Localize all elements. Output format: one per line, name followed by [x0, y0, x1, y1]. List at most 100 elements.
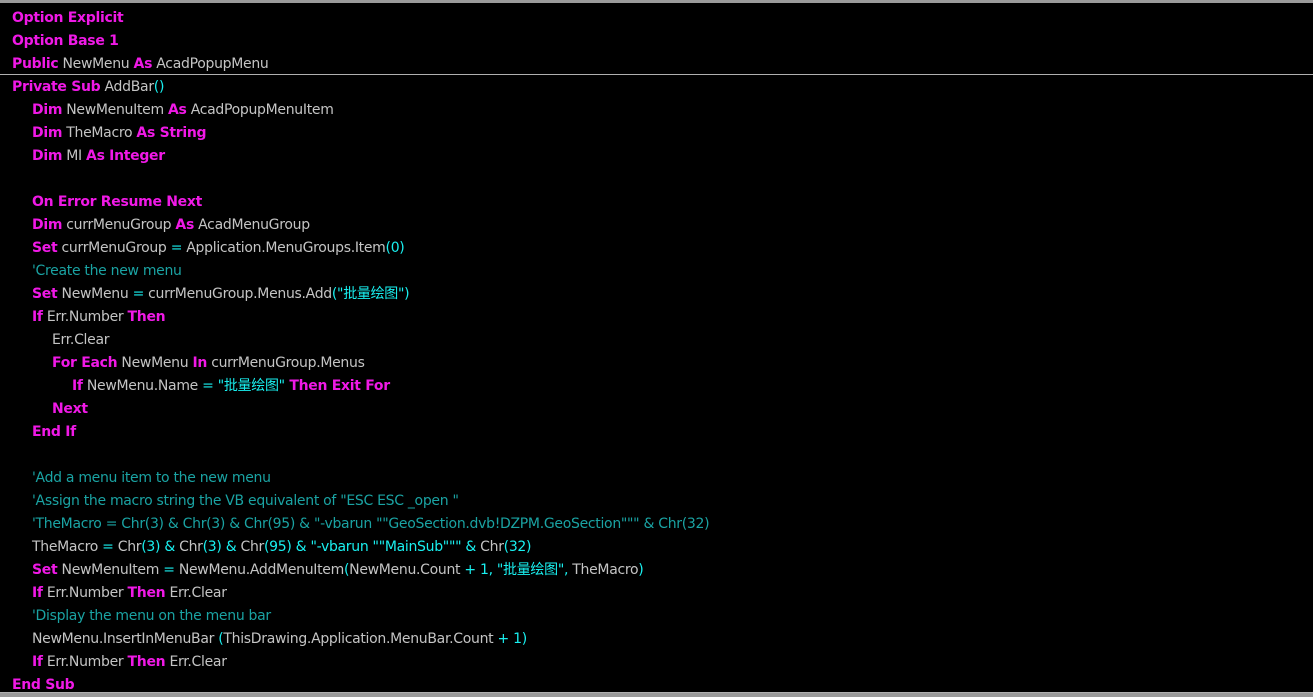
code-line[interactable]: On Error Resume Next	[32, 191, 202, 214]
comment-token: 'Assign the macro string the VB equivale…	[32, 493, 459, 509]
procedure-separator	[0, 74, 1313, 75]
code-line[interactable]: Dim MI As Integer	[32, 145, 165, 168]
keyword-token: Option Explicit	[12, 10, 124, 26]
code-line[interactable]: Private Sub AddBar()	[12, 76, 164, 99]
identifier-token: MI	[62, 148, 87, 164]
operator-token: (0)	[385, 240, 405, 256]
operator-token: ("批量绘图")	[331, 286, 410, 302]
code-line[interactable]: If NewMenu.Name = "批量绘图" Then Exit For	[72, 375, 390, 398]
code-editor[interactable]: Option Explicit Option Base 1 Public NewMe…	[0, 6, 1313, 694]
identifier-token: NewMenu.AddMenuItem	[174, 562, 344, 578]
identifier-token: NewMenu.Count	[349, 562, 465, 578]
identifier-token: NewMenu.InsertInMenuBar	[32, 631, 219, 647]
code-line[interactable]: TheMacro = Chr(3) & Chr(3) & Chr(95) & "…	[32, 536, 531, 559]
keyword-token: Then Exit For	[284, 378, 390, 394]
code-line[interactable]: Next	[52, 398, 88, 421]
identifier-token: NewMenu	[117, 355, 193, 371]
code-line[interactable]: 'Display the menu on the menu bar	[32, 605, 271, 628]
code-line[interactable]: 'Add a menu item to the new menu	[32, 467, 271, 490]
identifier-token: Chr	[236, 539, 264, 555]
comment-token: 'TheMacro = Chr(3) & Chr(3) & Chr(95) & …	[32, 516, 710, 532]
keyword-token: Then	[127, 654, 166, 670]
code-line[interactable]: If Err.Number Then Err.Clear	[32, 582, 227, 605]
identifier-token: Chr	[476, 539, 504, 555]
keyword-token: Then	[127, 309, 166, 325]
keyword-token: Dim	[32, 125, 63, 141]
identifier-token: NewMenu	[58, 56, 134, 72]
operator-token: + 1, "批量绘图",	[464, 562, 569, 578]
operator-token: )	[638, 562, 644, 578]
comment-token: 'Create the new menu	[32, 263, 182, 279]
operator-token: (3) &	[141, 539, 175, 555]
operator-token: =	[170, 240, 183, 256]
operator-token: = "批量绘图"	[202, 378, 285, 394]
code-line[interactable]: 'Create the new menu	[32, 260, 182, 283]
identifier-token: AcadPopupMenuItem	[186, 102, 334, 118]
keyword-token: As	[167, 102, 187, 118]
identifier-token: AcadPopupMenu	[152, 56, 269, 72]
identifier-token: ThisDrawing.Application.MenuBar.Count	[223, 631, 498, 647]
code-line[interactable]: Public NewMenu As AcadPopupMenu	[12, 53, 269, 76]
code-line[interactable]: Dim currMenuGroup As AcadMenuGroup	[32, 214, 310, 237]
keyword-token: If	[32, 585, 43, 601]
window-top-border	[0, 0, 1313, 3]
identifier-token: currMenuGroup.Menus.Add	[144, 286, 332, 302]
code-line[interactable]: Set currMenuGroup = Application.MenuGrou…	[32, 237, 405, 260]
identifier-token: Application.MenuGroups.Item	[182, 240, 386, 256]
code-line[interactable]: End If	[32, 421, 76, 444]
keyword-token: As	[133, 56, 153, 72]
keyword-token: End Sub	[12, 677, 75, 693]
code-line[interactable]: Set NewMenu = currMenuGroup.Menus.Add("批…	[32, 283, 410, 306]
operator-token: ()	[153, 79, 165, 95]
identifier-token: TheMacro	[32, 539, 103, 555]
code-line[interactable]: If Err.Number Then Err.Clear	[32, 651, 227, 674]
identifier-token: AcadMenuGroup	[194, 217, 310, 233]
code-line[interactable]: Option Explicit	[12, 7, 124, 30]
identifier-token: TheMacro	[568, 562, 639, 578]
keyword-token: As Integer	[86, 148, 165, 164]
keyword-token: If	[32, 309, 43, 325]
keyword-token: Set	[32, 286, 58, 302]
code-line[interactable]: If Err.Number Then	[32, 306, 166, 329]
identifier-token: Chr	[174, 539, 203, 555]
keyword-token: Option Base 1	[12, 33, 119, 49]
keyword-token: As String	[136, 125, 207, 141]
keyword-token: Public	[12, 56, 59, 72]
identifier-token: currMenuGroup.Menus	[207, 355, 365, 371]
operator-token: =	[102, 539, 114, 555]
code-line[interactable]: Dim TheMacro As String	[32, 122, 207, 145]
code-line[interactable]: NewMenu.InsertInMenuBar (ThisDrawing.App…	[32, 628, 527, 651]
identifier-token: NewMenu.Name	[82, 378, 203, 394]
identifier-token: NewMenuItem	[57, 562, 164, 578]
keyword-token: For Each	[52, 355, 118, 371]
identifier-token: NewMenu	[57, 286, 133, 302]
operator-token: + 1)	[497, 631, 528, 647]
identifier-token: Err.Number	[42, 654, 128, 670]
operator-token: (3) &	[202, 539, 237, 555]
operator-token: =	[132, 286, 145, 302]
comment-token: 'Display the menu on the menu bar	[32, 608, 271, 624]
code-line[interactable]: 'TheMacro = Chr(3) & Chr(3) & Chr(95) & …	[32, 513, 710, 536]
code-line[interactable]: Set NewMenuItem = NewMenu.AddMenuItem(Ne…	[32, 559, 644, 582]
keyword-token: Set	[32, 562, 58, 578]
keyword-token: In	[192, 355, 208, 371]
keyword-token: Then	[127, 585, 166, 601]
code-line[interactable]: For Each NewMenu In currMenuGroup.Menus	[52, 352, 365, 375]
keyword-token: Set	[32, 240, 58, 256]
identifier-token: currMenuGroup	[57, 240, 171, 256]
comment-token: 'Add a menu item to the new menu	[32, 470, 271, 486]
keyword-token: As	[175, 217, 194, 233]
identifier-token: Err.Clear	[165, 585, 227, 601]
code-line[interactable]: Option Base 1	[12, 30, 119, 53]
code-line[interactable]: Dim NewMenuItem As AcadPopupMenuItem	[32, 99, 334, 122]
identifier-token: TheMacro	[62, 125, 137, 141]
keyword-token: If	[32, 654, 43, 670]
identifier-token: Err.Number	[42, 585, 128, 601]
identifier-token: AddBar	[100, 79, 155, 95]
identifier-token: Chr	[113, 539, 142, 555]
code-line[interactable]: Err.Clear	[52, 329, 110, 352]
keyword-token: Dim	[32, 102, 63, 118]
code-line[interactable]: 'Assign the macro string the VB equivale…	[32, 490, 459, 513]
keyword-token: Dim	[32, 148, 63, 164]
operator-token: =	[163, 562, 175, 578]
